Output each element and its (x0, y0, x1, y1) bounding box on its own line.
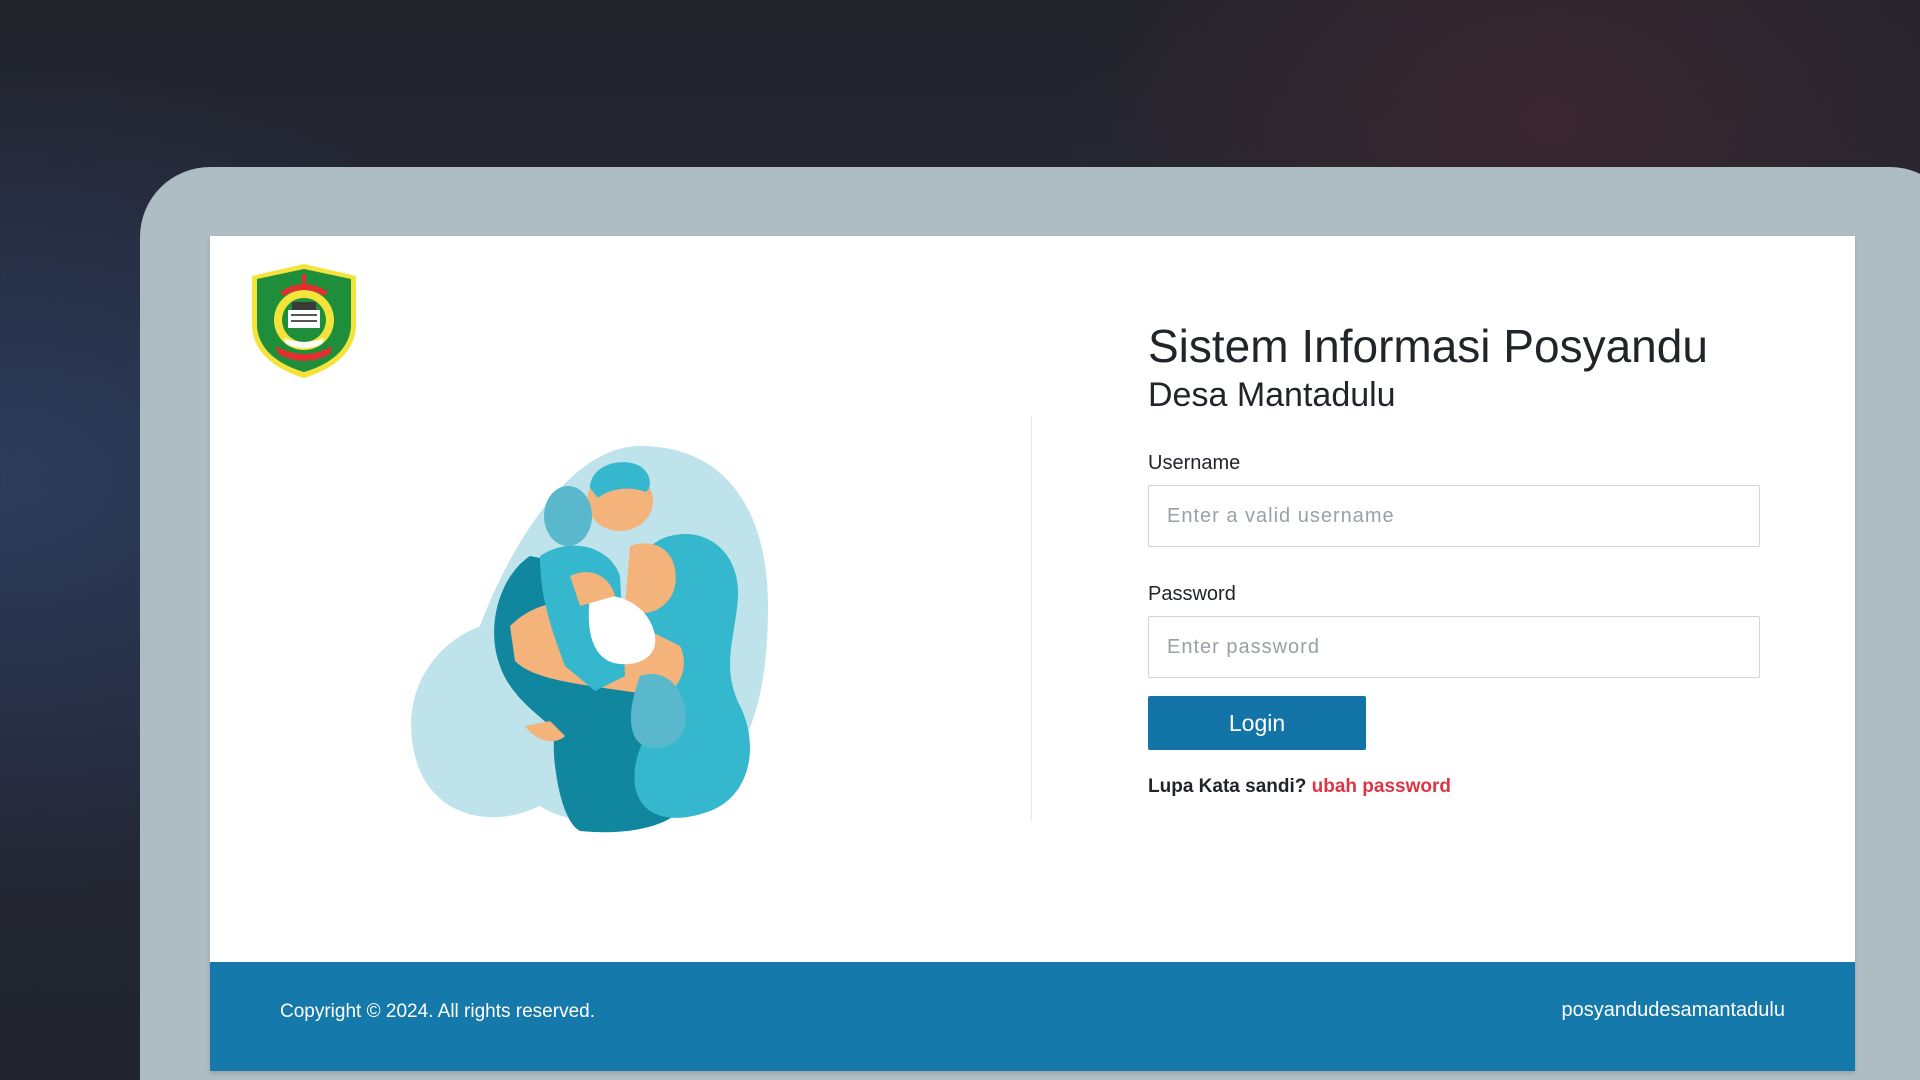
vertical-divider (1031, 416, 1032, 821)
regional-emblem-icon (252, 264, 356, 378)
change-password-link[interactable]: ubah password (1312, 776, 1451, 797)
forgot-password-text: Lupa Kata sandi? (1148, 776, 1307, 797)
login-form: Sistem Informasi Posyandu Desa Mantadulu… (1148, 318, 1760, 798)
copyright-text: Copyright © 2024. All rights reserved. (280, 1001, 595, 1022)
username-input[interactable] (1148, 485, 1760, 547)
forgot-password-row: Lupa Kata sandi? ubah password (1148, 776, 1760, 798)
login-page: Sistem Informasi Posyandu Desa Mantadulu… (210, 236, 1855, 1071)
page-subtitle: Desa Mantadulu (1148, 376, 1396, 414)
site-name-text: posyandudesamantadulu (1561, 999, 1785, 1021)
login-button[interactable]: Login (1148, 696, 1366, 750)
username-label: Username (1148, 452, 1241, 474)
mother-child-illustration (411, 446, 768, 833)
password-label: Password (1148, 583, 1236, 605)
password-input[interactable] (1148, 616, 1760, 678)
page-title: Sistem Informasi Posyandu (1148, 320, 1708, 372)
footer: Copyright © 2024. All rights reserved. p… (210, 962, 1855, 1071)
